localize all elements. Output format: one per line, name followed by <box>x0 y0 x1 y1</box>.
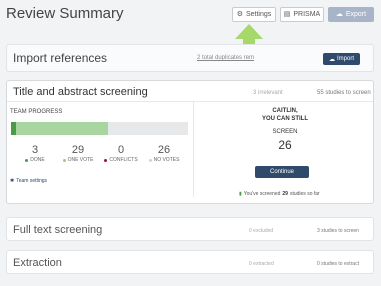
divider <box>7 101 373 102</box>
stat-value: 26 <box>157 144 171 156</box>
stat-value: 29 <box>71 144 85 156</box>
export-cloud-icon: ☁ <box>335 11 343 18</box>
settings-button[interactable]: ⚙ Settings <box>232 7 276 22</box>
stat-label: NO VOTES <box>153 157 180 163</box>
import-button[interactable]: ☁ Import <box>323 53 360 65</box>
stat-dot <box>25 158 29 162</box>
screening-cta: CAITLIN, YOU CAN STILL SCREEN 26 <box>197 107 373 152</box>
stat-label: ONE VOTE <box>67 157 94 163</box>
import-cloud-icon: ☁ <box>328 56 335 63</box>
stat-label: DONE <box>30 157 45 163</box>
export-button[interactable]: ☁ Export <box>328 7 374 22</box>
extraction-extracted: 0 extracted <box>249 261 274 267</box>
export-label: Export <box>345 11 367 18</box>
divider <box>193 102 194 197</box>
stat-no-votes: 26 NO VOTES <box>146 144 182 163</box>
studies-to-screen: 55 studies to screen <box>317 90 371 96</box>
screened-summary: ▮ You've screened 29 studies so far <box>239 191 320 197</box>
team-progress-bar <box>11 122 188 135</box>
import-title: Import references <box>13 51 108 65</box>
cta-name: CAITLIN, <box>272 108 298 114</box>
team-progress-label: TEAM PROGRESS <box>10 109 63 115</box>
prisma-icon: ▤ <box>283 11 291 18</box>
full-text-card[interactable]: Full text screening 0 excluded 3 studies… <box>6 217 374 241</box>
import-label: Import <box>336 56 354 62</box>
progress-done-fill <box>11 122 16 135</box>
extraction-to-extract: 0 studies to extract <box>317 261 359 267</box>
duplicates-link[interactable]: 2 total duplicates rem <box>197 55 254 61</box>
extraction-card[interactable]: Extraction 0 extracted 0 studies to extr… <box>6 250 374 274</box>
stat-conflicts: 0 CONFLICTS <box>103 144 139 163</box>
import-references-card: Import references 2 total duplicates rem… <box>6 44 374 72</box>
prisma-button[interactable]: ▤ PRISMA <box>280 7 324 22</box>
extraction-title: Extraction <box>13 257 62 269</box>
progress-partial-fill <box>11 122 108 135</box>
cta-remaining-count: 26 <box>278 138 292 152</box>
team-settings-icon: ✱ <box>10 178 15 184</box>
screened-prefix: You've screened <box>243 191 281 197</box>
full-text-excluded: 0 excluded <box>249 228 274 234</box>
team-settings-link[interactable]: ✱ Team settings <box>10 178 47 184</box>
continue-button[interactable]: Continue <box>255 166 309 178</box>
stat-dot <box>148 158 152 162</box>
header: Review Summary ⚙ Settings ▤ PRISMA ☁ Exp… <box>0 0 381 30</box>
page-title: Review Summary <box>6 5 124 22</box>
stat-value: 3 <box>31 144 39 156</box>
stat-value: 0 <box>117 144 125 156</box>
screened-suffix: studies so far <box>289 191 320 197</box>
stat-one-vote: 29 ONE VOTE <box>60 144 96 163</box>
cta-line2: YOU CAN STILL <box>262 116 308 122</box>
cta-screen-label: SCREEN <box>272 129 298 135</box>
stat-dot <box>104 158 108 162</box>
title-abstract-title: Title and abstract screening <box>13 86 148 98</box>
title-abstract-card: Title and abstract screening 3 irrelevan… <box>6 80 374 204</box>
prisma-label: PRISMA <box>293 11 321 18</box>
full-text-to-screen: 3 studies to screen <box>317 228 359 234</box>
screened-count: 29 <box>282 191 288 197</box>
stat-dot <box>62 158 66 162</box>
settings-label: Settings <box>245 11 272 18</box>
irrelevant-count[interactable]: 3 irrelevant <box>253 90 283 96</box>
stat-done: 3 DONE <box>17 144 53 163</box>
team-settings-label: Team settings <box>16 178 48 184</box>
chart-icon: ▮ <box>239 191 242 197</box>
stat-label: CONFLICTS <box>109 157 138 163</box>
full-text-title: Full text screening <box>13 224 103 236</box>
gear-icon: ⚙ <box>236 11 243 18</box>
